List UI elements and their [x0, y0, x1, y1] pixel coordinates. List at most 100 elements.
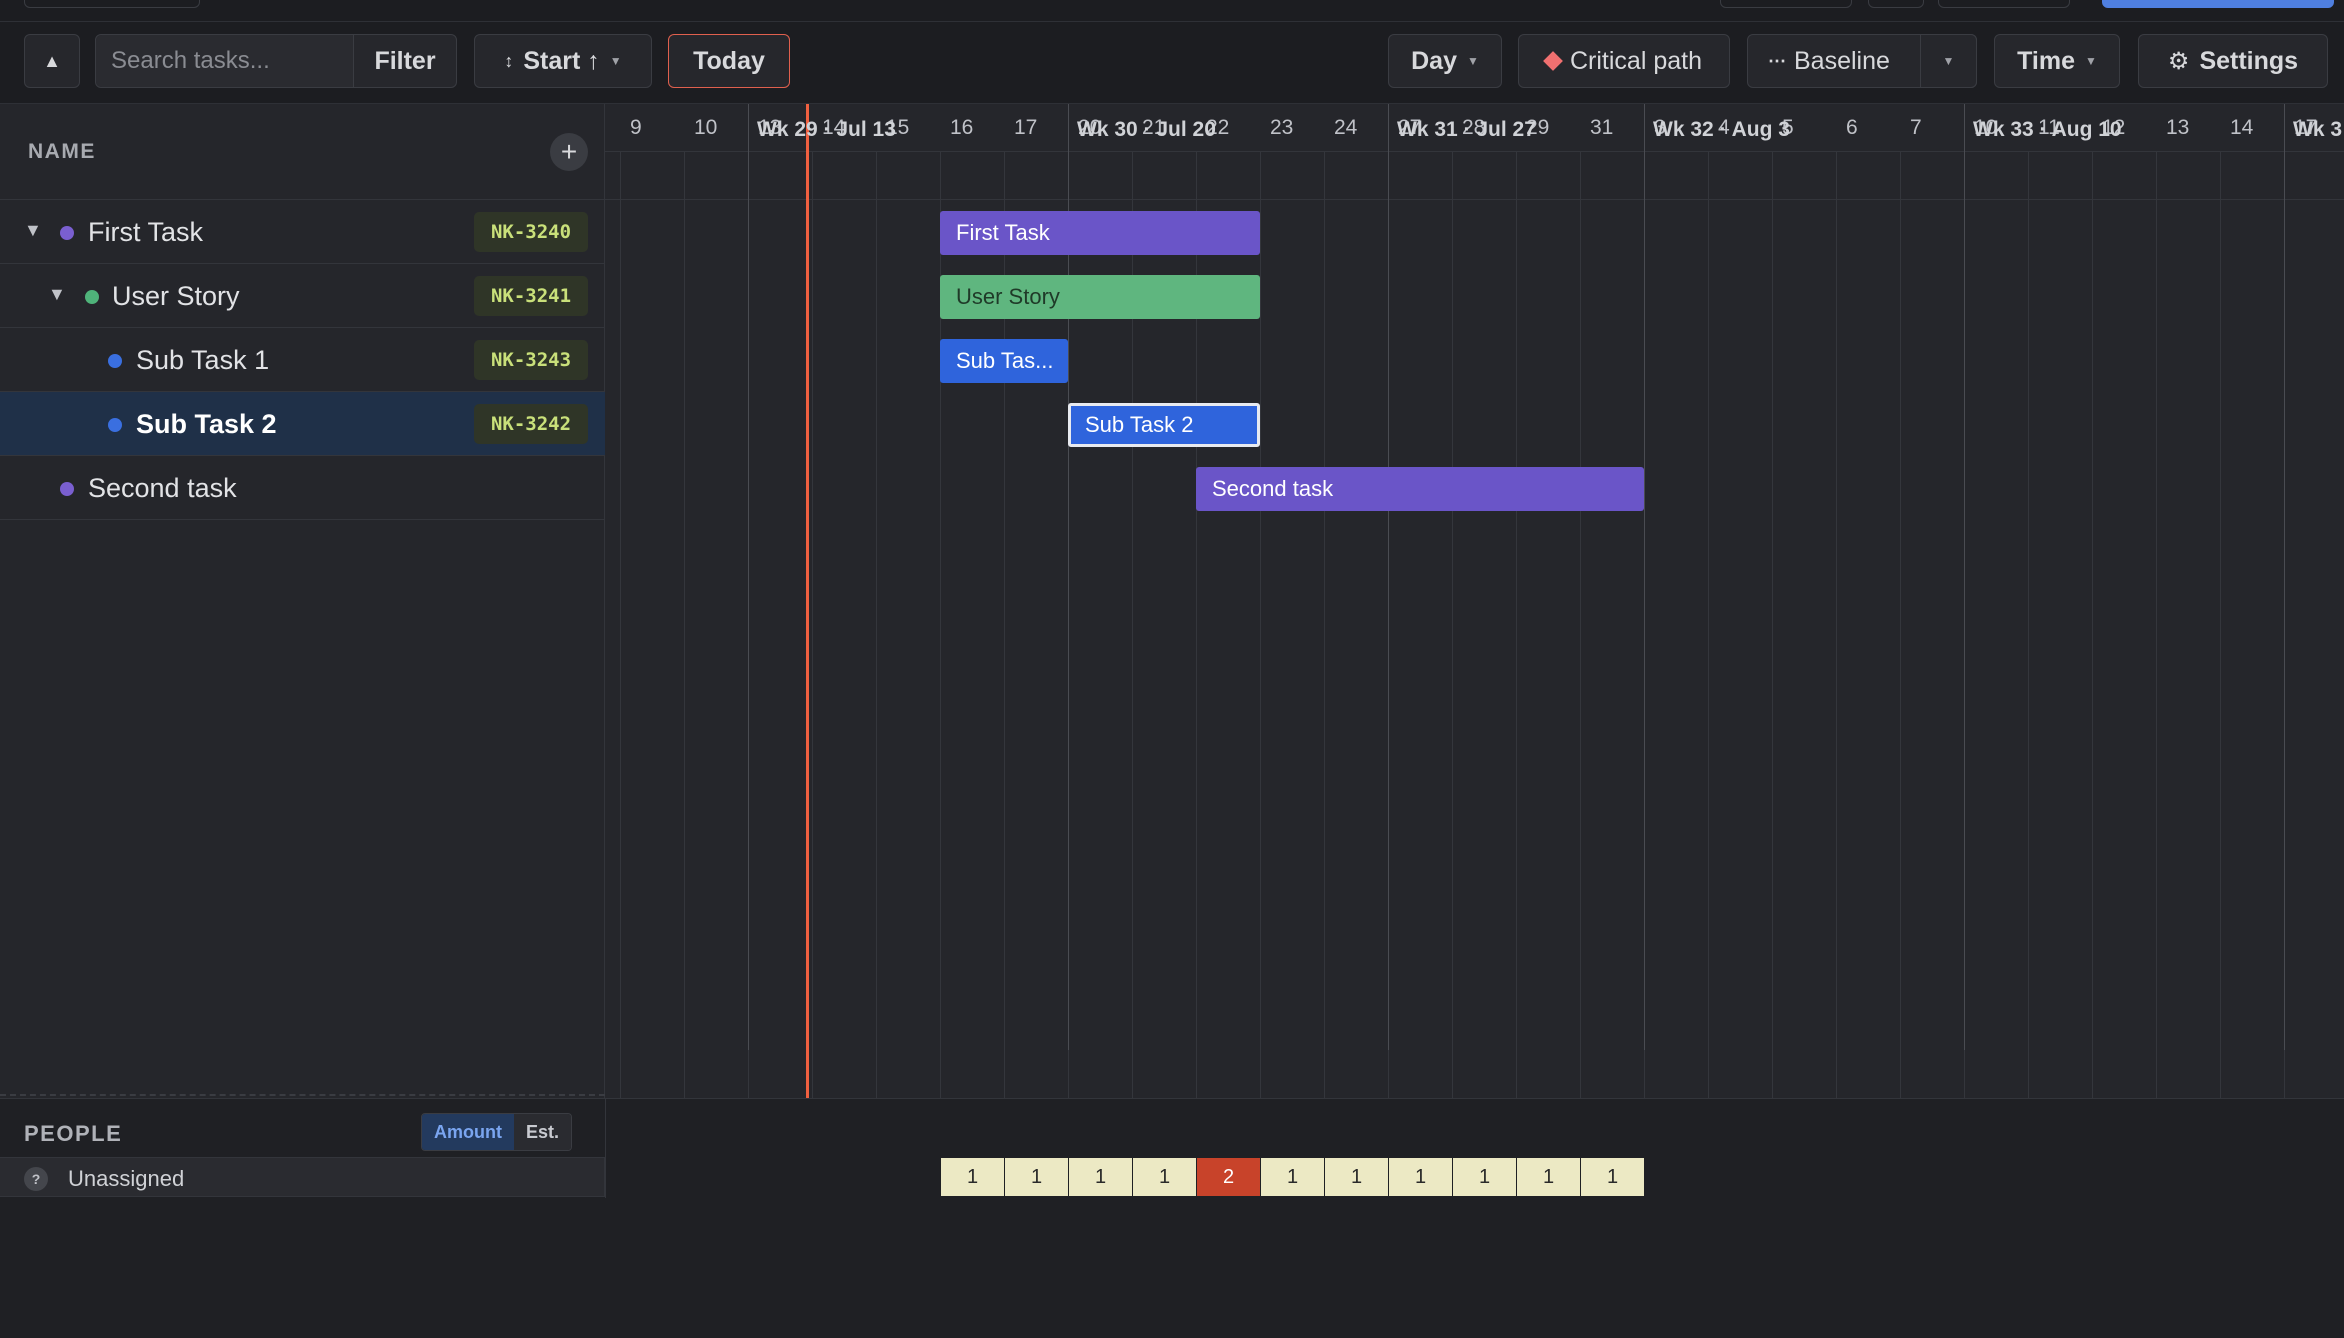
- chevron-down-icon: ▼: [1466, 54, 1479, 68]
- filter-button[interactable]: Filter: [354, 35, 456, 87]
- sort-arrows-icon: ↕: [504, 50, 514, 71]
- task-color-dot: [108, 354, 122, 368]
- workload-cell[interactable]: 1: [1389, 1158, 1452, 1196]
- day-gridline: [1900, 152, 1901, 1098]
- collapse-toggle-icon[interactable]: ▼: [48, 284, 66, 305]
- primary-button-cropped[interactable]: [2102, 0, 2334, 8]
- workload-cell[interactable]: 1: [1581, 1158, 1644, 1196]
- issue-key-badge[interactable]: NK-3241: [474, 276, 588, 316]
- bar-label: Sub Task 2: [1085, 412, 1194, 437]
- zoom-select[interactable]: Day ▼: [1388, 34, 1502, 88]
- day-label: 6: [1846, 116, 1858, 139]
- plus-icon: +: [560, 136, 578, 167]
- person-row[interactable]: ? Unassigned 11112111111: [0, 1099, 2344, 1198]
- chevron-down-icon: ▼: [1942, 54, 1955, 68]
- workload-cell[interactable]: 1: [1261, 1158, 1324, 1196]
- task-bar[interactable]: First Task: [940, 211, 1260, 255]
- sort-button[interactable]: ↕ Start ↑ ▼: [474, 34, 652, 88]
- day-gridline: [1708, 152, 1709, 1098]
- person-name: Unassigned: [68, 1166, 185, 1191]
- task-color-dot: [60, 482, 74, 496]
- task-row[interactable]: Sub Task 1 NK-3243: [0, 328, 605, 392]
- day-gridline: [2092, 152, 2093, 1098]
- week-label: Wk 3: [2293, 118, 2343, 141]
- amount-toggle-button[interactable]: Amount: [422, 1114, 514, 1150]
- day-header-row: [605, 152, 2344, 200]
- add-task-button[interactable]: +: [550, 133, 588, 171]
- gear-icon: ⚙: [2167, 47, 2190, 75]
- search-input[interactable]: Search tasks...: [96, 35, 354, 87]
- workload-cell-overallocated[interactable]: 2: [1197, 1158, 1260, 1196]
- day-gridline: [2156, 152, 2157, 1098]
- task-bar[interactable]: Second task: [1196, 467, 1644, 511]
- header-button-cropped[interactable]: [1938, 0, 2070, 8]
- week-label: Wk 33 · Aug 10: [1973, 118, 2122, 141]
- workload-cell[interactable]: 1: [1005, 1158, 1068, 1196]
- task-tree-panel: NAME + ▼ First Task NK-3240 ▼ User Story…: [0, 104, 605, 1098]
- week-label: Wk 32 · Aug 3: [1653, 118, 1790, 141]
- workload-cell[interactable]: 1: [1069, 1158, 1132, 1196]
- task-name: User Story: [112, 281, 240, 311]
- bar-label: Sub Tas...: [956, 348, 1054, 373]
- task-row-selected[interactable]: Sub Task 2 NK-3242: [0, 392, 605, 456]
- header-button-cropped[interactable]: [1720, 0, 1852, 8]
- task-row[interactable]: Second task: [0, 456, 605, 520]
- chevron-down-icon: ▼: [2085, 54, 2097, 68]
- task-row[interactable]: ▼ First Task NK-3240: [0, 200, 605, 264]
- task-bar[interactable]: User Story: [940, 275, 1260, 319]
- people-workload-panel: PEOPLE Amount Est. ? Unassigned 11112111…: [0, 1098, 2344, 1338]
- collapse-button[interactable]: ▲: [24, 34, 80, 88]
- day-gridline: [684, 152, 685, 1098]
- workload-cell[interactable]: 1: [1133, 1158, 1196, 1196]
- gantt-chart: First Task User Story Sub Tas... Sub Tas…: [605, 104, 2344, 1098]
- people-header: PEOPLE Amount Est.: [0, 1099, 2344, 1157]
- day-gridline: [1260, 152, 1261, 1098]
- day-label: 9: [630, 116, 642, 139]
- issue-key-badge[interactable]: NK-3243: [474, 340, 588, 380]
- critical-path-label: Critical path: [1570, 46, 1702, 75]
- day-gridline: [812, 152, 813, 1098]
- today-marker: [806, 104, 809, 1098]
- issue-key-badge[interactable]: NK-3242: [474, 404, 588, 444]
- task-bar-selected[interactable]: Sub Task 2: [1068, 403, 1260, 447]
- workload-cell[interactable]: 1: [1453, 1158, 1516, 1196]
- workload-cell[interactable]: 1: [1517, 1158, 1580, 1196]
- issue-key-badge[interactable]: NK-3240: [474, 212, 588, 252]
- critical-path-toggle[interactable]: Critical path: [1518, 34, 1730, 88]
- gantt-toolbar: ▲ Search tasks... Filter ↕ Start ↑ ▼ Tod…: [0, 22, 2344, 104]
- week-gridline: [748, 104, 749, 1050]
- day-gridline: [1836, 152, 1837, 1098]
- day-gridline: [1772, 152, 1773, 1098]
- day-label: 7: [1910, 116, 1922, 139]
- bar-label: First Task: [956, 220, 1050, 245]
- time-label: Time: [2017, 46, 2075, 75]
- task-row[interactable]: ▼ User Story NK-3241: [0, 264, 605, 328]
- header-button-cropped[interactable]: [24, 0, 200, 8]
- name-column-header: NAME: [28, 140, 96, 163]
- day-label: 17: [1014, 116, 1038, 139]
- workload-cell[interactable]: 1: [941, 1158, 1004, 1196]
- day-gridline: [1452, 152, 1453, 1098]
- week-label: Wk 30 · Jul 20: [1077, 118, 1216, 141]
- baseline-icon: ⋯: [1768, 50, 1786, 71]
- diamond-icon: [1543, 51, 1563, 71]
- panel-resize-divider[interactable]: [0, 1094, 605, 1096]
- task-bar[interactable]: Sub Tas...: [940, 339, 1068, 383]
- today-label: Today: [693, 46, 765, 75]
- time-select[interactable]: Time ▼: [1994, 34, 2120, 88]
- header-button-cropped[interactable]: [1868, 0, 1924, 8]
- baseline-dropdown-button[interactable]: ▼: [1920, 34, 1977, 88]
- day-label: 16: [950, 116, 974, 139]
- collapse-toggle-icon[interactable]: ▼: [24, 220, 42, 241]
- week-gridline: [1644, 104, 1645, 1050]
- day-gridline: [2028, 152, 2029, 1098]
- workload-cell[interactable]: 1: [1325, 1158, 1388, 1196]
- tree-header: NAME +: [0, 104, 605, 200]
- unassigned-avatar: ?: [24, 1167, 48, 1191]
- person-cell: ? Unassigned: [0, 1157, 605, 1197]
- task-color-dot: [85, 290, 99, 304]
- week-gridline: [1388, 104, 1389, 1050]
- settings-button[interactable]: ⚙ Settings: [2138, 34, 2328, 88]
- estimate-toggle-button[interactable]: Est.: [513, 1114, 571, 1150]
- today-button[interactable]: Today: [668, 34, 790, 88]
